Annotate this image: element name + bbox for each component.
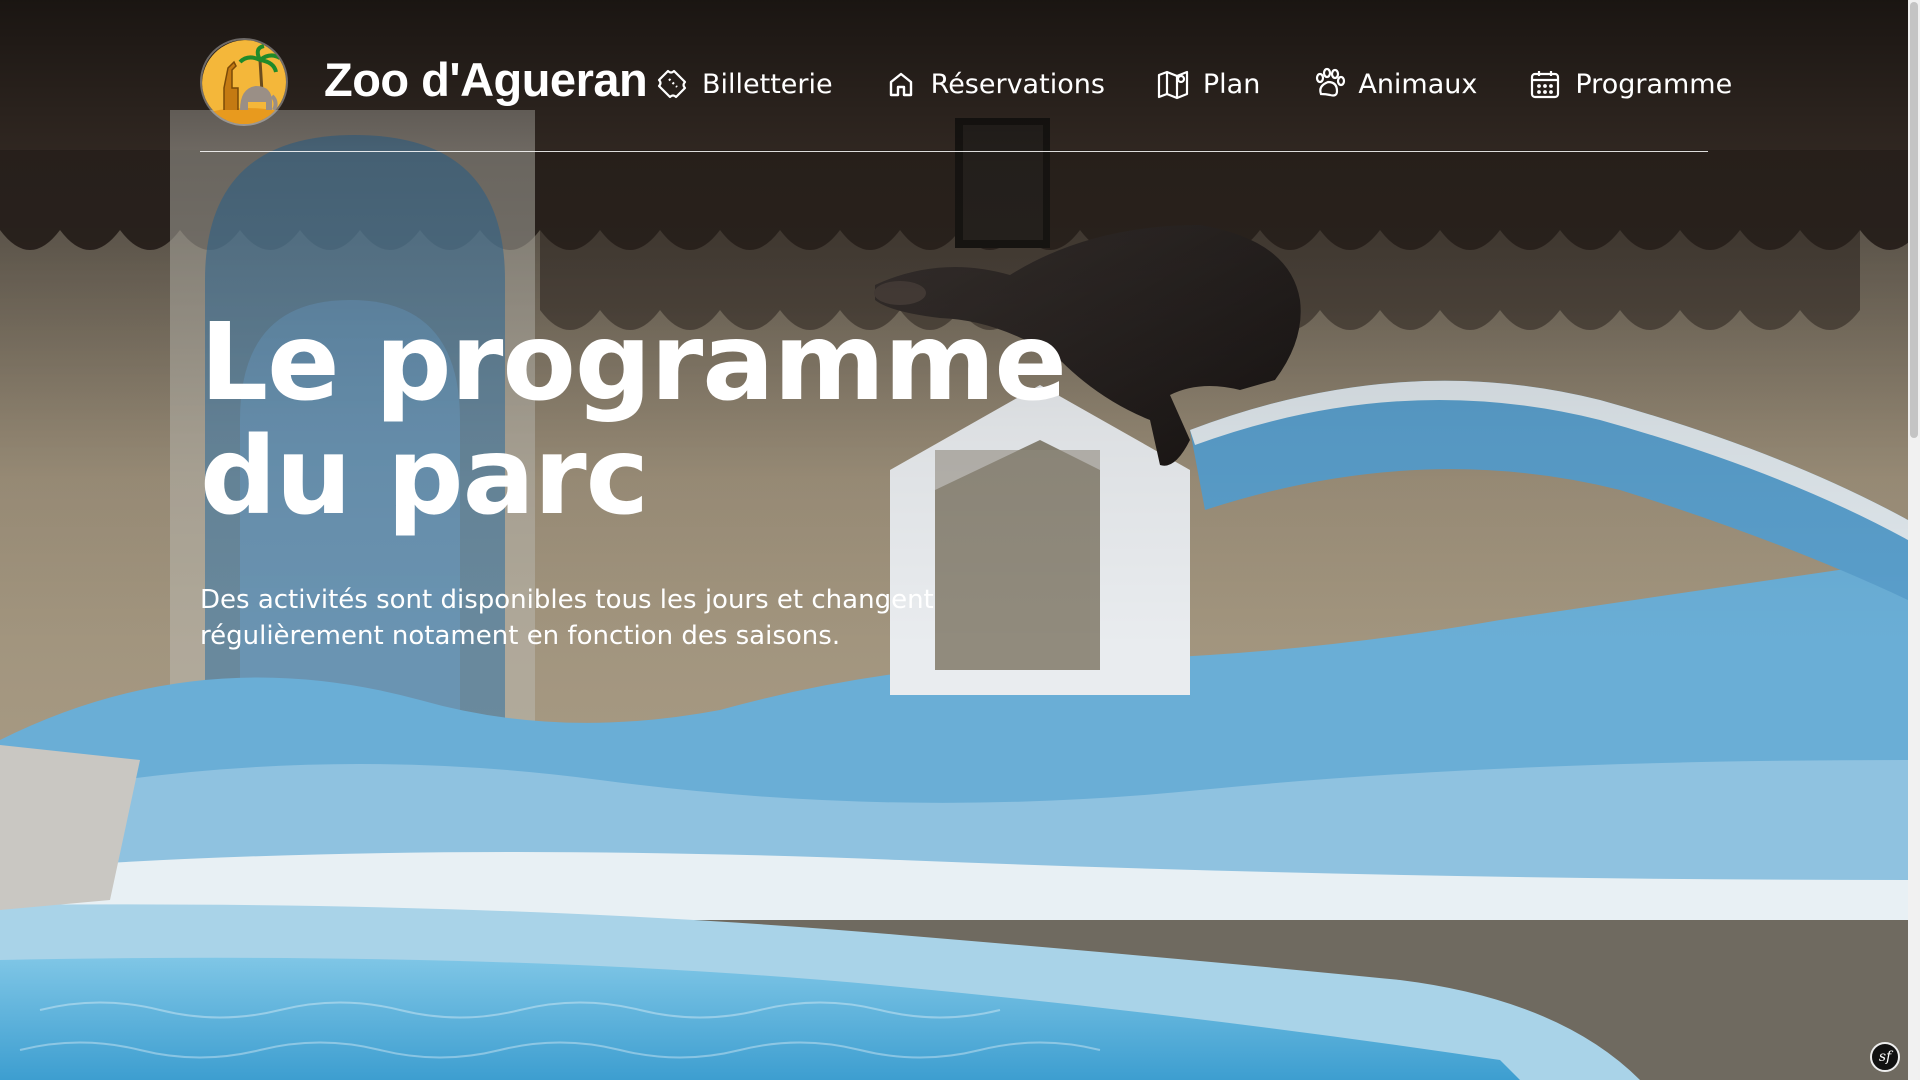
page-title-line1: Le programme: [200, 301, 1067, 425]
page-title: Le programme du parc: [200, 306, 1100, 534]
zoo-logo[interactable]: [200, 38, 288, 126]
nav-reservations-label: Réservations: [930, 68, 1105, 100]
nav-animaux-label: Animaux: [1358, 68, 1478, 100]
nav-programme[interactable]: Programme: [1527, 66, 1732, 102]
calendar-icon: [1527, 66, 1563, 102]
nav-billetterie-label: Billetterie: [702, 68, 833, 100]
nav-animaux[interactable]: Animaux: [1310, 66, 1477, 102]
map-icon: [1155, 66, 1191, 102]
symfony-icon[interactable]: sf: [1870, 1042, 1900, 1072]
scrollbar-thumb[interactable]: [1910, 2, 1918, 438]
site-title[interactable]: Zoo d'Agueran: [324, 52, 648, 107]
ticket-icon: [654, 66, 690, 102]
giraffe-elephant-palm-logo-icon: [202, 40, 286, 124]
hero-section: Zoo d'Agueran Billetterie Réservations P…: [0, 0, 1908, 1080]
hero-overlay: [0, 0, 1908, 1080]
nav-plan[interactable]: Plan: [1155, 66, 1260, 102]
page-title-line2: du parc: [200, 415, 649, 539]
site-header: Zoo d'Agueran Billetterie Réservations P…: [200, 36, 1732, 152]
nav-billetterie[interactable]: Billetterie: [654, 66, 833, 102]
nav-programme-label: Programme: [1575, 68, 1733, 100]
home-icon: [883, 66, 919, 102]
paw-icon: [1310, 66, 1346, 102]
nav-plan-label: Plan: [1202, 68, 1261, 100]
page-subtitle: Des activités sont disponibles tous les …: [200, 585, 934, 651]
main-nav: Billetterie Réservations Plan Animaux Pr…: [654, 60, 1732, 108]
nav-reservations[interactable]: Réservations: [883, 66, 1105, 102]
